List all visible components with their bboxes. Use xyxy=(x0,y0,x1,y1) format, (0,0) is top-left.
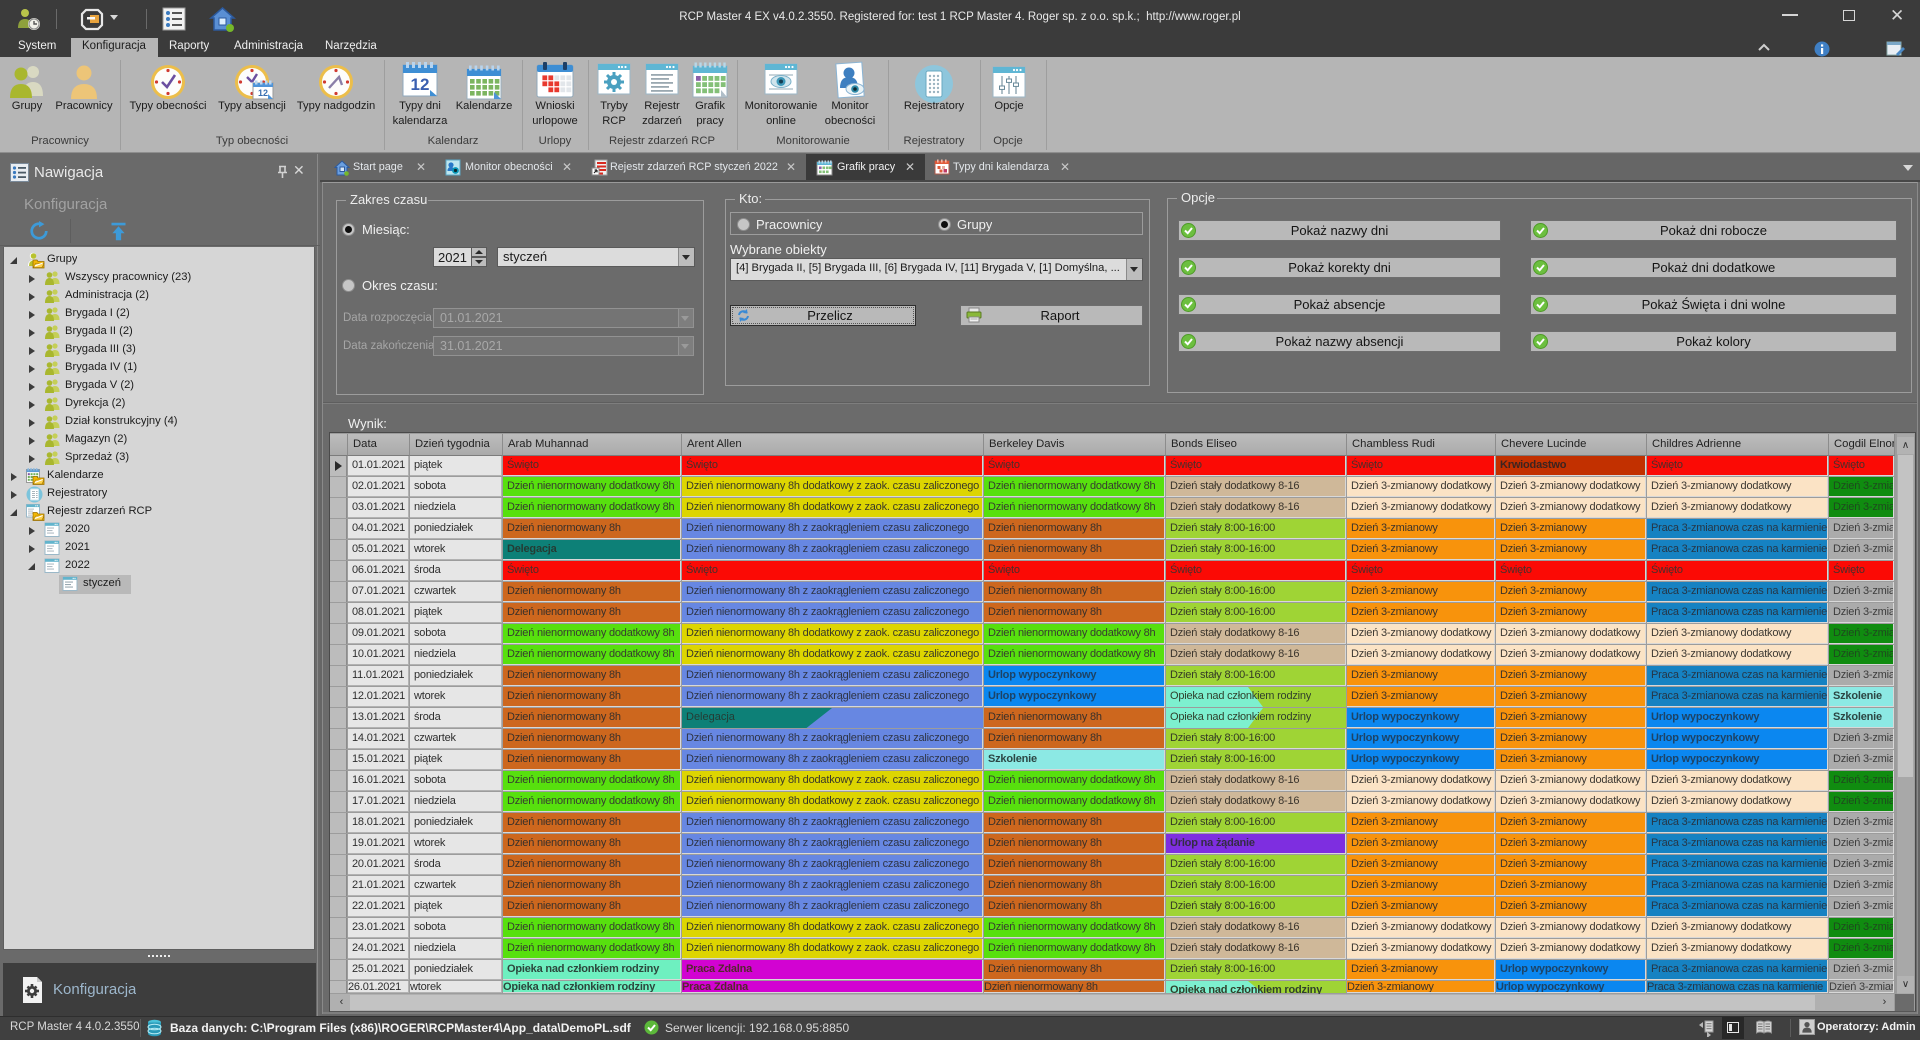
svg-text:12: 12 xyxy=(258,88,268,98)
svg-text:12: 12 xyxy=(411,75,430,94)
